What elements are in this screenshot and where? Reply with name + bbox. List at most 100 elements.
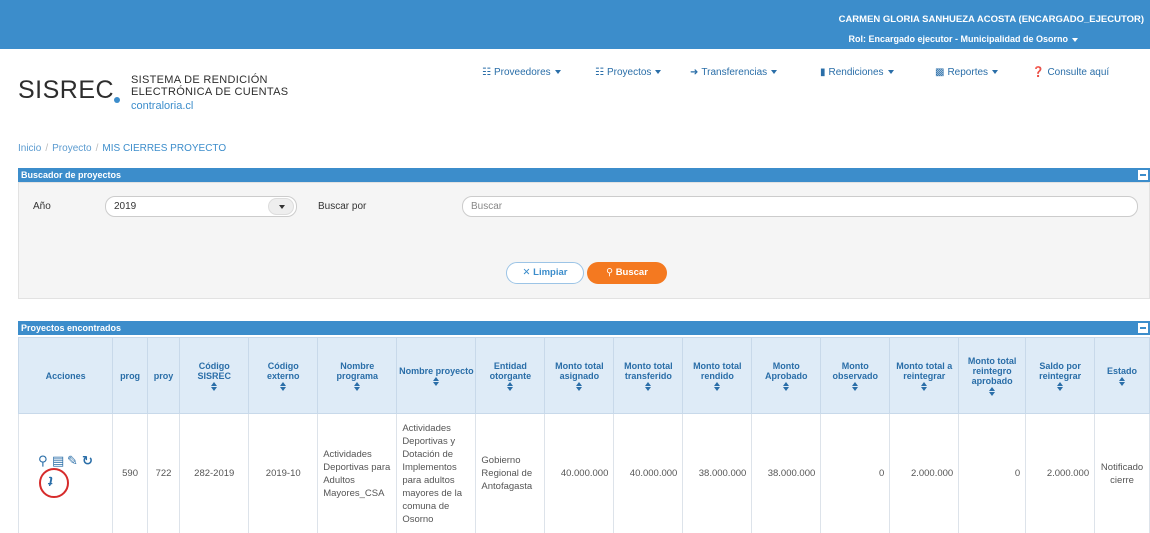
calendar-icon[interactable]: ▤ <box>52 453 64 468</box>
search-label: Buscar <box>615 267 648 278</box>
search-icon: ⚲ <box>606 267 614 278</box>
cell-monto-rendido: 38.000.000 <box>682 413 753 533</box>
results-table: Acciones prog proy Código SISREC Código … <box>17 337 1150 533</box>
sort-icon[interactable] <box>432 376 440 386</box>
col-prog: prog <box>112 337 148 414</box>
sort-icon[interactable] <box>713 381 721 391</box>
sort-icon[interactable] <box>644 381 652 391</box>
col-monto-a-reintegrar[interactable]: Monto total a reintegrar <box>889 337 960 414</box>
col-label: Monto total reintegro aprobado <box>967 355 1017 386</box>
top-bar: CARMEN GLORIA SANHUEZA ACOSTA (ENCARGADO… <box>0 0 1150 49</box>
logo-line1: SISTEMA DE RENDICIÓN <box>131 74 268 86</box>
user-role-label: Rol: Encargado ejecutor - Municipalidad … <box>848 34 1068 44</box>
nav-reportes[interactable]: ▩ Reportes <box>935 67 999 78</box>
sort-icon[interactable] <box>279 381 287 391</box>
nav-label: Rendiciones <box>828 67 884 78</box>
col-label: proy <box>153 370 174 381</box>
nav-rendiciones[interactable]: ▮ Rendiciones <box>820 67 894 78</box>
nav-label: Consulte aquí <box>1047 67 1110 78</box>
sort-icon[interactable] <box>210 381 218 391</box>
col-label: Nombre programa <box>336 360 379 381</box>
logo-name: SISREC <box>18 76 115 104</box>
close-icon: ✕ <box>522 267 531 278</box>
col-saldo-por-reintegrar[interactable]: Saldo por reintegrar <box>1025 337 1096 414</box>
col-codigo-externo[interactable]: Código externo <box>248 337 319 414</box>
actions-group: ⚲ ▤ ✎ ↻ ʇ <box>24 453 104 498</box>
year-label: Año <box>33 201 51 212</box>
cell-monto-reintegro-aprobado: 0 <box>958 413 1027 533</box>
cell-saldo-por-reintegrar: 2.000.000 <box>1025 413 1096 533</box>
sort-icon[interactable] <box>988 386 996 396</box>
sort-icon[interactable] <box>782 381 790 391</box>
col-entidad-otorgante[interactable]: Entidad otorgante <box>475 337 546 414</box>
year-select[interactable]: 2019 <box>105 196 297 217</box>
col-label: Monto total transferido <box>624 360 673 381</box>
sort-icon[interactable] <box>851 381 859 391</box>
year-value: 2019 <box>114 201 137 212</box>
search-button[interactable]: ⚲ Buscar <box>587 262 667 284</box>
col-monto-transferido[interactable]: Monto total transferido <box>613 337 684 414</box>
highlight-circle <box>39 467 69 498</box>
col-label: Monto total asignado <box>555 360 604 381</box>
col-monto-rendido[interactable]: Monto total rendido <box>682 337 753 414</box>
chevron-down-icon[interactable] <box>268 198 294 215</box>
breadcrumb-home[interactable]: Inicio <box>18 143 41 154</box>
clear-button[interactable]: ✕ Limpiar <box>506 262 584 284</box>
actions-cell: ⚲ ▤ ✎ ↻ ʇ <box>17 413 114 533</box>
sort-icon[interactable] <box>506 381 514 391</box>
search-by-label: Buscar por <box>318 201 367 212</box>
col-label: Monto Aprobado <box>765 360 808 381</box>
cell-prog: 590 <box>112 413 148 533</box>
nav-transferencias[interactable]: ➜ Transferencias <box>690 67 778 78</box>
breadcrumb-section[interactable]: Proyecto <box>52 143 91 154</box>
sort-icon[interactable] <box>1118 376 1126 386</box>
cell-monto-observado: 0 <box>820 413 891 533</box>
col-label: Nombre proyecto <box>399 365 474 376</box>
search-icon[interactable]: ⚲ <box>38 453 48 468</box>
col-monto-observado[interactable]: Monto observado <box>820 337 891 414</box>
sisrec-logo[interactable]: SISREC SISTEMA DE RENDICIÓN ELECTRÓNICA … <box>18 68 338 118</box>
col-nombre-proyecto[interactable]: Nombre proyecto <box>396 337 477 414</box>
sort-icon[interactable] <box>1056 381 1064 391</box>
logo-site: contraloria.cl <box>131 100 194 112</box>
col-codigo-sisrec[interactable]: Código SISREC <box>179 337 250 414</box>
results-panel-title: Proyectos encontrados <box>21 323 122 333</box>
col-nombre-programa[interactable]: Nombre programa <box>317 337 398 414</box>
sort-icon[interactable] <box>575 381 583 391</box>
nav-proyectos[interactable]: ☷ Proyectos <box>595 67 662 78</box>
cell-proy: 722 <box>146 413 181 533</box>
caret-down-icon <box>887 70 894 75</box>
collapse-icon[interactable] <box>1138 170 1148 180</box>
sort-icon[interactable] <box>920 381 928 391</box>
breadcrumb-current: MIS CIERRES PROYECTO <box>102 143 227 154</box>
col-estado[interactable]: Estado <box>1094 337 1150 414</box>
book-icon: ▮ <box>820 67 826 78</box>
logo-dot-icon <box>114 97 120 103</box>
col-monto-reintegro-aprobado[interactable]: Monto total reintegro aprobado <box>958 337 1027 414</box>
calendar-icon: ☷ <box>482 67 491 78</box>
search-input[interactable]: Buscar <box>462 196 1138 217</box>
user-role-dropdown[interactable]: Rol: Encargado ejecutor - Municipalidad … <box>848 34 1078 44</box>
caret-down-icon <box>1072 37 1078 42</box>
caret-down-icon <box>771 70 778 75</box>
nav-label: Reportes <box>947 67 989 78</box>
sort-icon[interactable] <box>353 381 361 391</box>
user-name: CARMEN GLORIA SANHUEZA ACOSTA (ENCARGADO… <box>838 14 1144 25</box>
caret-down-icon <box>655 70 662 75</box>
collapse-icon[interactable] <box>1138 323 1148 333</box>
logo-line2: ELECTRÓNICA DE CUENTAS <box>131 86 289 98</box>
nav-consulte-aqui[interactable]: ❓ Consulte aquí <box>1032 67 1109 78</box>
arrow-right-icon: ➜ <box>690 67 699 78</box>
clear-label: Limpiar <box>533 267 568 278</box>
table-header-row: Acciones prog proy Código SISREC Código … <box>17 337 1150 414</box>
cell-nombre-programa: Actividades Deportivas para Adultos Mayo… <box>317 413 398 533</box>
col-monto-aprobado[interactable]: Monto Aprobado <box>751 337 822 414</box>
cell-estado: Notificado cierre <box>1094 413 1150 533</box>
breadcrumb-separator: / <box>45 143 49 154</box>
caret-down-icon <box>554 70 561 75</box>
nav-proveedores[interactable]: ☷ Proveedores <box>482 67 561 78</box>
col-monto-asignado[interactable]: Monto total asignado <box>544 337 615 414</box>
refresh-icon[interactable]: ↻ <box>82 453 93 468</box>
pencil-icon[interactable]: ✎ <box>67 453 78 468</box>
cell-codigo-externo: 2019-10 <box>248 413 319 533</box>
